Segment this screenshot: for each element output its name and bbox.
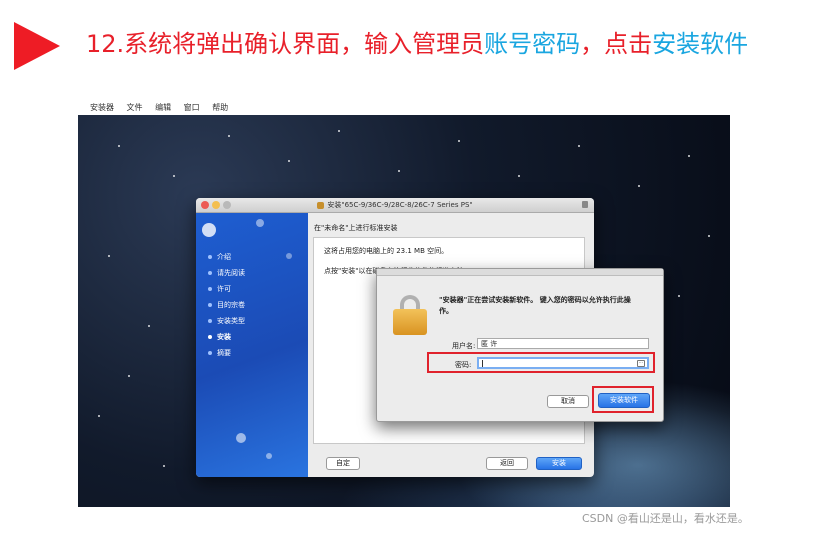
csdn-watermark: CSDN @看山还是山，看水还是。 xyxy=(582,512,749,525)
title-part-1: 12.系统将弹出确认界面，输入管理员 xyxy=(86,30,485,58)
customize-button[interactable]: 自定 xyxy=(326,457,360,470)
menu-file[interactable]: 文件 xyxy=(127,101,143,115)
password-label: 密码: xyxy=(455,361,472,369)
installer-titlebar: 安装"65C-9/36C-9/28C-8/26C-7 Series PS" xyxy=(196,198,594,213)
step-intro: 介绍 xyxy=(208,253,231,262)
keychain-icon[interactable]: ⋯ xyxy=(637,360,645,367)
title-part-4: 安装软件 xyxy=(652,30,749,58)
minimize-window-button[interactable] xyxy=(212,201,220,209)
title-part-3: ，点击 xyxy=(580,30,653,58)
menu-installer[interactable]: 安装器 xyxy=(90,101,114,115)
installer-heading: 在"未命名"上进行标准安装 xyxy=(314,224,398,232)
step-summary: 摘要 xyxy=(208,349,231,358)
auth-dialog: "安装器"正在尝试安装新软件。 键入您的密码以允许执行此操作。 用户名: 匿 许… xyxy=(376,268,664,422)
username-field[interactable]: 匿 许 xyxy=(477,338,649,349)
install-software-button[interactable]: 安装软件 xyxy=(598,393,650,408)
installer-window-title: 安装"65C-9/36C-9/28C-8/26C-7 Series PS" xyxy=(327,201,473,209)
desktop-background: 安装"65C-9/36C-9/28C-8/26C-7 Series PS" 介绍… xyxy=(78,115,730,507)
menu-edit[interactable]: 编辑 xyxy=(155,101,171,115)
step-readme: 请先阅读 xyxy=(208,269,245,278)
title-part-2: 账号密码 xyxy=(484,30,581,58)
install-button[interactable]: 安装 xyxy=(536,457,582,470)
padlock-icon xyxy=(393,295,429,335)
auth-message: "安装器"正在尝试安装新软件。 键入您的密码以允许执行此操作。 xyxy=(439,296,631,315)
close-window-button[interactable] xyxy=(201,201,209,209)
step-install: 安装 xyxy=(208,333,231,342)
text-caret xyxy=(482,360,483,367)
zoom-window-button[interactable] xyxy=(223,201,231,209)
mac-menubar: 安装器 文件 编辑 窗口 帮助 xyxy=(78,101,730,115)
installer-steps-sidebar: 介绍 请先阅读 许可 目的宗卷 安装类型 安装 摘要 xyxy=(196,213,308,477)
auth-dialog-titlebar xyxy=(377,269,663,276)
lock-icon xyxy=(582,201,588,208)
disk-space-text: 这将占用您的电脑上的 23.1 MB 空间。 xyxy=(324,247,449,255)
step-destination: 目的宗卷 xyxy=(208,301,245,310)
password-field[interactable]: ⋯ xyxy=(477,357,649,369)
back-button[interactable]: 返回 xyxy=(486,457,528,470)
step-license: 许可 xyxy=(208,285,231,294)
package-icon xyxy=(317,201,325,209)
username-label: 用户名: xyxy=(452,342,476,350)
menu-window[interactable]: 窗口 xyxy=(184,101,200,115)
red-arrow-icon xyxy=(14,22,60,70)
cancel-button[interactable]: 取消 xyxy=(547,395,589,408)
slide-title: 12.系统将弹出确认界面，输入管理员账号密码，点击安装软件 xyxy=(86,30,766,58)
menu-help[interactable]: 帮助 xyxy=(212,101,228,115)
step-install-type: 安装类型 xyxy=(208,317,245,326)
